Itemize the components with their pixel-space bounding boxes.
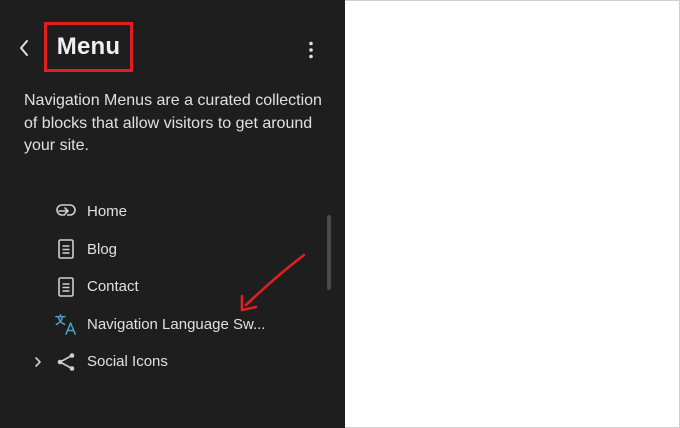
page-title: Menu	[56, 33, 121, 60]
nav-item-label: Blog	[87, 240, 118, 258]
nav-item-home[interactable]: Home	[0, 193, 330, 231]
share-icon	[54, 350, 78, 374]
page-link-icon	[54, 200, 78, 224]
scrollbar-thumb[interactable]	[327, 215, 331, 290]
page-icon	[54, 237, 78, 261]
annotation-arrow-icon	[240, 253, 306, 312]
nav-item-label: Home	[87, 203, 128, 221]
chevron-right-icon[interactable]	[30, 354, 46, 370]
nav-item-social-icons[interactable]: Social Icons	[0, 343, 330, 381]
back-button[interactable]	[12, 34, 36, 62]
title-highlight-box: Menu	[44, 22, 133, 72]
nav-item-label: Social Icons	[87, 353, 168, 371]
navigation-sidebar: Menu Navigation Menus are a curated coll…	[0, 0, 345, 428]
nav-item-label: Contact	[87, 278, 139, 296]
options-button[interactable]	[300, 36, 322, 64]
more-vertical-icon	[309, 41, 313, 59]
chevron-left-icon	[20, 40, 28, 56]
page-icon	[54, 275, 78, 299]
translate-icon	[54, 312, 78, 336]
menu-description: Navigation Menus are a curated collectio…	[24, 92, 322, 154]
